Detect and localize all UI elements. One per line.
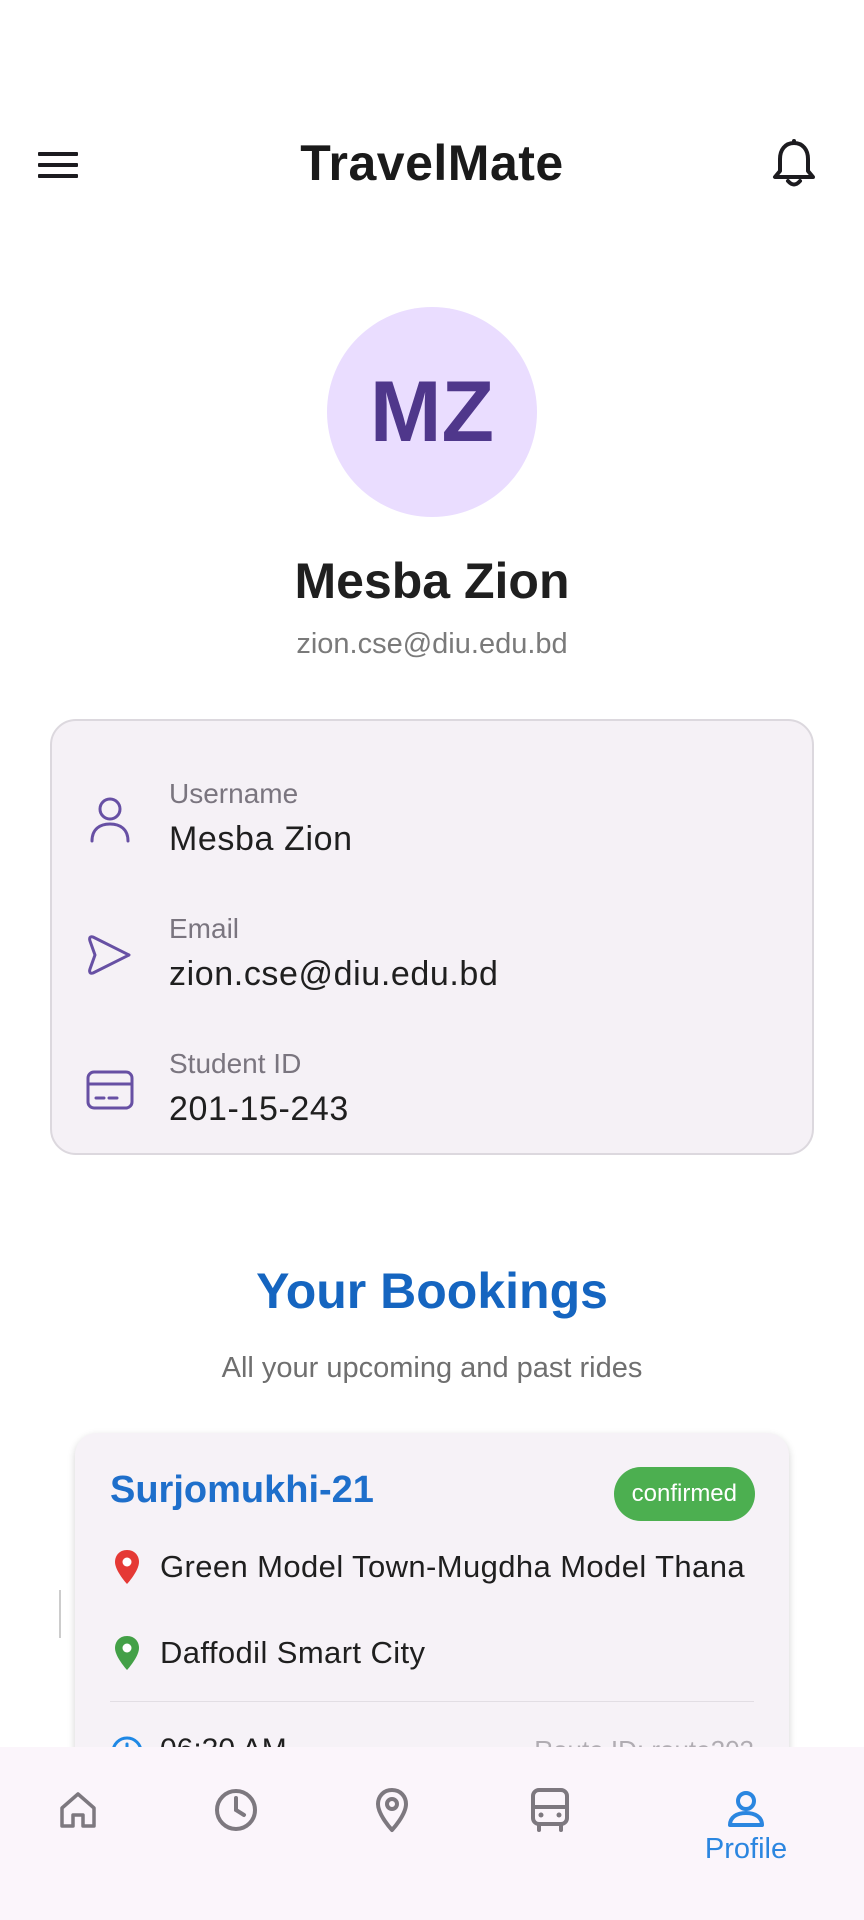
- nav-home[interactable]: [8, 1757, 148, 1867]
- profile-name: Mesba Zion: [294, 553, 570, 609]
- info-label: Email: [169, 913, 240, 944]
- info-row-student-id: Student ID 201-15-243: [52, 1036, 812, 1136]
- app-bar: TravelMate: [0, 120, 864, 210]
- bookings-title: Your Bookings: [256, 1263, 608, 1319]
- info-label: Student ID: [169, 1048, 302, 1079]
- avatar-initials: MZ: [369, 363, 495, 460]
- person-icon: [82, 792, 138, 848]
- info-label: Username: [169, 778, 299, 809]
- profile-email: zion.cse@diu.edu.bd: [296, 628, 568, 660]
- clock-icon: [215, 1789, 257, 1831]
- route-connector-line: [59, 1590, 61, 1638]
- nav-bus[interactable]: [480, 1757, 620, 1867]
- avatar: MZ: [327, 307, 537, 517]
- booking-card[interactable]: Surjomukhi-21 confirmed Green Model Town…: [75, 1433, 789, 1793]
- nav-location[interactable]: [322, 1757, 462, 1867]
- info-value: zion.cse@diu.edu.bd: [169, 955, 499, 993]
- person-icon: [728, 1790, 764, 1827]
- nav-history[interactable]: [166, 1757, 306, 1867]
- divider: [110, 1701, 754, 1702]
- origin-stop: Green Model Town-Mugdha Model Thana: [110, 1543, 750, 1593]
- nav-profile-label: Profile: [704, 1832, 788, 1865]
- bookings-subtitle: All your upcoming and past rides: [221, 1352, 643, 1384]
- info-row-email: Email zion.cse@diu.edu.bd: [52, 901, 812, 1001]
- origin-text: Green Model Town-Mugdha Model Thana: [160, 1549, 745, 1584]
- nav-profile[interactable]: Profile: [676, 1767, 816, 1887]
- bus-icon: [531, 1788, 569, 1832]
- bottom-navigation: Profile: [0, 1747, 864, 1920]
- location-pin-icon: [376, 1788, 408, 1832]
- info-row-username: Username Mesba Zion: [52, 766, 812, 866]
- notifications-button[interactable]: [764, 134, 824, 194]
- status-badge: confirmed: [613, 1467, 755, 1521]
- info-value: 201-15-243: [169, 1090, 349, 1128]
- origin-pin-icon: [115, 1550, 139, 1584]
- app-title: TravelMate: [300, 135, 564, 191]
- profile-info-card: Username Mesba Zion Email zion.cse@diu.e…: [50, 719, 814, 1155]
- destination-pin-icon: [115, 1636, 139, 1670]
- info-value: Mesba Zion: [169, 820, 353, 858]
- id-card-icon: [82, 1062, 138, 1118]
- send-icon: [82, 927, 138, 983]
- destination-text: Daffodil Smart City: [160, 1635, 426, 1670]
- home-icon: [60, 1792, 96, 1828]
- bus-name: Surjomukhi-21: [110, 1469, 374, 1511]
- bell-icon: [773, 139, 815, 187]
- destination-stop: Daffodil Smart City: [110, 1629, 750, 1679]
